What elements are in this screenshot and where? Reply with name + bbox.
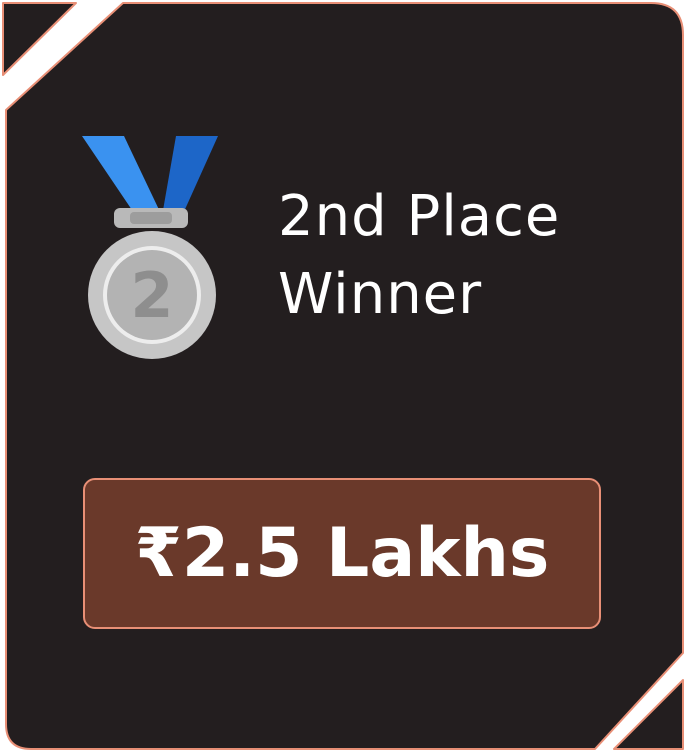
prize-amount: ₹2.5 Lakhs <box>134 514 550 593</box>
medal-digit: 2 <box>130 259 173 332</box>
place-title: 2nd Place Winner <box>278 178 638 334</box>
card-frame <box>2 2 684 750</box>
ribbon-right <box>162 136 218 216</box>
title-line-winner: Winner <box>278 262 483 327</box>
second-place-medal-icon: 2 <box>82 136 218 359</box>
card-body <box>5 2 684 750</box>
prize-card: 2 2nd Place Winner ₹2.5 Lakhs <box>0 0 686 752</box>
ribbon-left <box>82 136 162 216</box>
title-line-place: 2nd Place <box>278 184 561 249</box>
prize-amount-box: ₹2.5 Lakhs <box>83 478 601 629</box>
